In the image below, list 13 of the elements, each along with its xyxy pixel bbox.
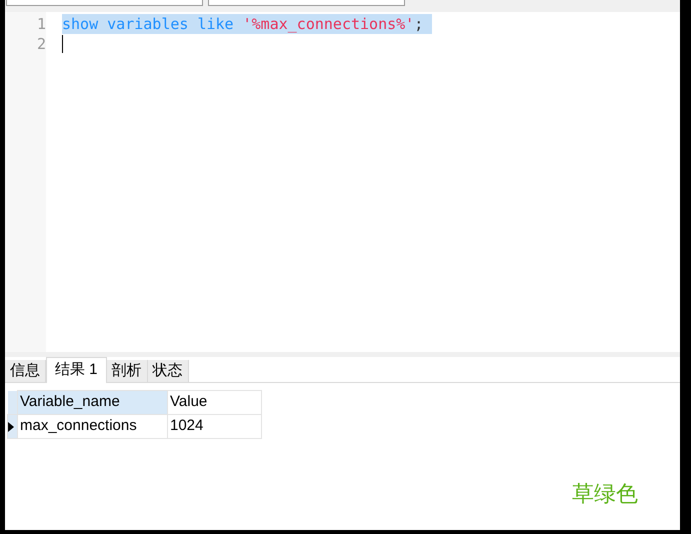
line-number: 2 [36, 34, 46, 54]
tab[interactable]: 信息 [5, 360, 46, 382]
table-cell: 1024 [168, 414, 262, 438]
dropdown-field[interactable] [208, 0, 405, 6]
annotation-text: 草绿色 [572, 483, 638, 505]
column-header[interactable]: Value [168, 390, 262, 414]
line-number: 1 [36, 14, 46, 34]
tab[interactable]: 状态 [148, 360, 189, 382]
dropdown-field[interactable] [6, 0, 203, 6]
column-header[interactable]: Variable_name [18, 390, 168, 414]
tab[interactable]: 结果 1 [46, 357, 107, 383]
table-cell: max_connections [18, 414, 168, 438]
tab[interactable]: 剖析 [106, 360, 148, 382]
